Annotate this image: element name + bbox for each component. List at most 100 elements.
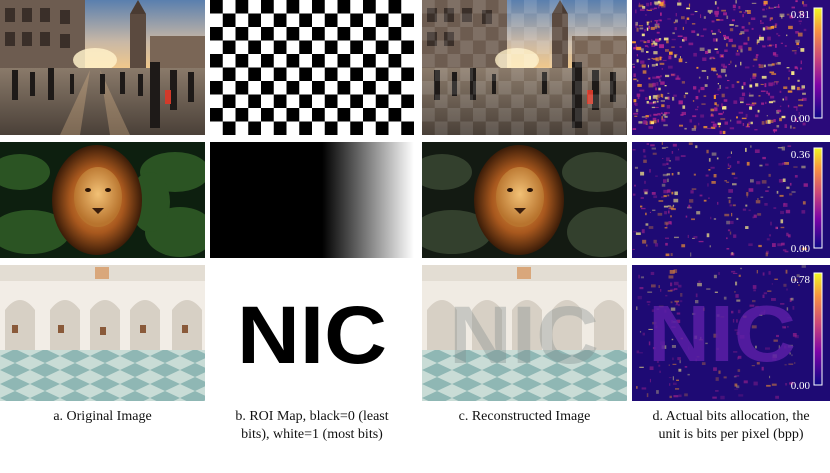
heat-speck [717, 201, 719, 205]
heat-speck [655, 107, 659, 108]
heat-speck [760, 20, 762, 23]
heat-speck [722, 111, 724, 114]
heat-speck [710, 108, 715, 112]
reconstructed-image-gallery: NIC [422, 265, 627, 401]
heat-speck [634, 166, 638, 169]
heat-speck [670, 282, 673, 287]
heat-speck [661, 112, 663, 114]
heat-speck [646, 27, 649, 31]
heat-speck [725, 74, 727, 77]
heat-speck [772, 81, 776, 86]
heat-speck [760, 83, 764, 85]
heat-speck [652, 82, 656, 87]
heat-speck [657, 0, 661, 4]
heat-speck [655, 44, 658, 46]
heat-speck [748, 94, 754, 97]
heat-speck [643, 120, 647, 125]
heat-speck [775, 62, 778, 65]
heat-speck [768, 82, 773, 87]
heat-speck [751, 27, 754, 30]
heat-speck [693, 236, 698, 239]
heat-speck [652, 40, 656, 45]
heat-speck [756, 270, 758, 274]
heat-speck [712, 123, 717, 128]
heat-speck [636, 27, 639, 32]
heat-speck [693, 52, 697, 57]
heat-speck [638, 121, 643, 124]
heat-speck [737, 160, 740, 164]
heat-speck [738, 111, 744, 114]
heat-speck [786, 186, 790, 189]
heat-speck [732, 4, 736, 9]
heat-speck [722, 130, 726, 134]
heat-speck [660, 12, 662, 16]
heat-speck [691, 30, 696, 33]
heat-speck [801, 210, 806, 214]
heat-speck [759, 164, 763, 167]
heat-speck [694, 11, 698, 13]
heat-speck [767, 186, 770, 188]
heat-speck [761, 102, 765, 105]
heat-speck [665, 74, 670, 78]
heat-speck [721, 9, 726, 12]
heat-speck [636, 386, 638, 389]
heat-speck [695, 96, 699, 100]
heat-speck [678, 148, 679, 151]
heat-speck [714, 48, 718, 50]
heat-speck [646, 2, 650, 7]
heat-speck [686, 7, 690, 10]
heat-speck [717, 122, 721, 125]
heat-speck [695, 145, 698, 149]
heat-speck [716, 19, 720, 21]
heat-speck [803, 4, 808, 7]
heat-speck [781, 242, 785, 246]
heat-speck [787, 145, 792, 147]
heat-speck [749, 84, 753, 88]
heat-speck [651, 45, 656, 47]
heat-speck [650, 20, 652, 23]
heat-speck [650, 8, 655, 10]
heat-speck [797, 32, 803, 37]
heat-speck [667, 18, 671, 20]
heat-speck [643, 155, 647, 158]
heat-speck [669, 395, 672, 399]
heat-speck [754, 129, 758, 131]
heat-speck [643, 189, 649, 193]
ghost-nic-label: NIC [449, 290, 599, 381]
heat-speck [676, 379, 679, 381]
heat-speck [657, 113, 661, 115]
heat-speck [642, 149, 646, 153]
heat-speck [673, 382, 677, 385]
heat-speck [654, 26, 658, 29]
heat-speck [788, 77, 790, 80]
heat-speck [651, 192, 656, 195]
heat-speck [655, 38, 659, 42]
heat-speck [636, 79, 639, 82]
heat-speck [762, 27, 766, 31]
heat-speck [770, 95, 775, 99]
heat-speck [769, 119, 774, 123]
heat-speck [719, 31, 721, 33]
heat-speck [731, 172, 736, 175]
bit-allocation-heatmap-gallery: NIC 0.78 0.00 [632, 265, 830, 401]
heat-speck [774, 23, 778, 26]
heat-speck [743, 82, 746, 86]
heat-speck [665, 49, 669, 52]
heat-speck [788, 69, 791, 72]
heat-speck [748, 209, 751, 212]
heat-speck [639, 8, 645, 11]
heat-speck [763, 0, 768, 5]
heat-speck [650, 26, 655, 30]
caption-c-text: c. Reconstructed Image [458, 409, 591, 424]
heat-speck [726, 237, 728, 240]
heat-speck [651, 147, 656, 150]
heat-speck [726, 15, 729, 19]
heat-speck [741, 117, 747, 120]
heat-speck [773, 6, 777, 8]
heat-speck [688, 3, 691, 7]
heat-speck [692, 115, 697, 118]
heat-speck [693, 86, 697, 90]
heat-speck [642, 70, 647, 74]
colorbar-min-label: 0.00 [791, 113, 811, 125]
heat-speck [636, 54, 638, 57]
